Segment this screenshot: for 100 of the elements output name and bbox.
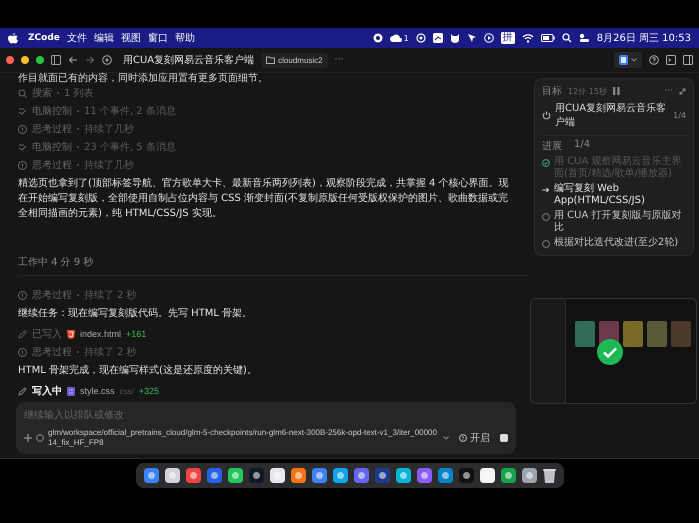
- app-icon[interactable]: [354, 468, 368, 483]
- zoom-button[interactable]: [36, 56, 44, 64]
- app-icon[interactable]: [290, 468, 306, 483]
- terminal-icon[interactable]: [666, 55, 676, 65]
- thinking-icon: [18, 124, 27, 134]
- thinking-icon: [18, 160, 27, 170]
- trash-icon[interactable]: [542, 468, 556, 483]
- separator-dot: [77, 164, 79, 166]
- app-icon[interactable]: [458, 468, 474, 483]
- cursor-icon[interactable]: [466, 33, 477, 43]
- app-icon[interactable]: [332, 468, 348, 483]
- goal-count: 1/4: [673, 110, 686, 120]
- file-action-label: 已写入: [32, 328, 62, 341]
- app-icon[interactable]: [374, 468, 390, 483]
- step-detail: 23 个事件, 5 条消息: [84, 140, 176, 154]
- separator-dot: [77, 146, 79, 148]
- menu-item[interactable]: 视图: [120, 31, 141, 45]
- html-file-icon: [67, 330, 75, 338]
- thinking-mode-toggle[interactable]: 开启: [459, 431, 490, 445]
- task-text: 用 CUA 打开复刻版与原版对比: [554, 210, 682, 234]
- cloud-icon[interactable]: [390, 33, 402, 43]
- menu-item[interactable]: 文件: [66, 31, 87, 45]
- file-link[interactable]: index.html: [80, 329, 122, 339]
- input-method-indicator[interactable]: 拼: [500, 32, 515, 44]
- app-icon[interactable]: [396, 468, 410, 483]
- account-switcher[interactable]: [614, 52, 642, 68]
- elapsed-time: 12分 15秒: [568, 86, 607, 96]
- menu-item[interactable]: 窗口: [148, 31, 168, 45]
- file-link[interactable]: style.css: [80, 386, 115, 396]
- info-icon: [459, 434, 467, 442]
- chevron-down-icon: [631, 58, 637, 62]
- step-detail: 持续了几秒: [84, 158, 134, 172]
- step-detail: 持续了几秒: [84, 122, 134, 136]
- minimize-button[interactable]: [21, 56, 29, 64]
- album-cover: [623, 321, 643, 347]
- forward-arrow-icon[interactable]: [85, 55, 95, 65]
- badge-count: 1: [404, 34, 409, 42]
- circle-icon[interactable]: [36, 434, 44, 442]
- working-status: 工作中 4 分 9 秒: [18, 255, 528, 276]
- more-button[interactable]: ···: [334, 55, 344, 65]
- task-text: 用 CUA 观察网易云音乐主界面(首页/精选/歌单/播放器): [554, 156, 682, 180]
- app-icon[interactable]: [522, 468, 536, 483]
- check-icon: [597, 339, 623, 365]
- task-text: 编写复刻 Web App(HTML/CSS/JS): [554, 183, 646, 207]
- message-text: 继续任务：现在编写复刻版代码。先写 HTML 骨架。: [18, 306, 254, 321]
- menu-bar-clock: 8月26日 周三 10:53: [596, 32, 691, 45]
- pause-icon[interactable]: [612, 87, 620, 95]
- app-icon[interactable]: [438, 468, 452, 483]
- file-path: css/: [120, 386, 134, 396]
- cat-icon[interactable]: [450, 33, 460, 43]
- wifi-icon[interactable]: [522, 34, 534, 42]
- aperture-icon[interactable]: [416, 33, 426, 43]
- message-input-field[interactable]: 继续输入以排队或修改 glm/workspace/official_pretrains_cloud/glm-5-checkpoints/run-glm6-next-300B-256k-opd-text-v1_3/iter_0000014_fix_HF_FP8 开启: [16, 402, 516, 454]
- close-button[interactable]: [6, 56, 14, 64]
- pencil-icon: [18, 330, 27, 338]
- app-icon[interactable]: [500, 468, 516, 483]
- app-icon[interactable]: [206, 468, 222, 483]
- menu-item[interactable]: 编辑: [94, 31, 114, 45]
- apple-logo-icon[interactable]: [8, 32, 18, 44]
- search-icon[interactable]: [562, 33, 572, 43]
- app-menu[interactable]: ZCode: [28, 33, 60, 43]
- power-icon: [542, 110, 551, 120]
- app-icon[interactable]: [164, 468, 180, 483]
- chevron-down-icon[interactable]: [443, 436, 449, 440]
- message-text: 精选页也拿到了(顶部标签导航、官方歌单大卡、最新音乐两列列表)，观察阶段完成，共掌握 4 个核心界面。现在开始编写复刻版，全部使用自制占位内容与 CSS 渐变封面(不复制原版任何受版权保护的图片、歌曲数据或完全相同描画的元素)，纯 HTML/CSS/JS 实现。: [18, 176, 510, 221]
- message-text: 作目就面已有的内容，同时添加应用置有更多页面细节。: [18, 73, 269, 84]
- pencil-icon: [18, 386, 27, 396]
- sidebar-toggle-icon[interactable]: [51, 55, 61, 65]
- folder-tab[interactable]: cloudmusic2: [261, 52, 328, 68]
- menu-item[interactable]: 帮助: [174, 31, 195, 45]
- control-center-icon[interactable]: [578, 33, 590, 43]
- goal-title: 目标: [542, 84, 562, 98]
- app-icon[interactable]: [228, 468, 242, 483]
- new-chat-icon[interactable]: [102, 55, 112, 65]
- more-button[interactable]: ···: [664, 86, 673, 96]
- record-icon[interactable]: [372, 33, 383, 43]
- help-icon[interactable]: [649, 55, 659, 65]
- app-icon[interactable]: [270, 468, 284, 483]
- stop-button[interactable]: [500, 434, 508, 442]
- expand-icon[interactable]: [679, 88, 686, 94]
- battery-icon[interactable]: [540, 34, 555, 42]
- panel-icon[interactable]: [683, 55, 693, 65]
- progress-count: 1/4: [574, 139, 590, 152]
- separator-dot: [77, 128, 79, 130]
- task-text: 根据对比迭代改进(至少2轮): [554, 237, 678, 249]
- app-icon[interactable]: [186, 468, 200, 483]
- play-icon[interactable]: [484, 33, 494, 43]
- app-screenshot-thumbnail[interactable]: [530, 298, 697, 404]
- back-arrow-icon[interactable]: [68, 55, 78, 65]
- thinking-icon: [18, 348, 27, 356]
- app-icon[interactable]: [312, 468, 326, 483]
- css-file-icon: [67, 386, 75, 396]
- goal-text: 用CUA复刻网易云音乐客户端: [555, 102, 668, 129]
- plus-icon[interactable]: [24, 434, 32, 442]
- model-selector[interactable]: glm/workspace/official_pretrains_cloud/glm-5-checkpoints/run-glm6-next-300B-256k-opd-text-v1_3/iter_0000014_fix_HF_FP8: [48, 428, 439, 448]
- app-icon[interactable]: [144, 468, 158, 483]
- app-icon[interactable]: [248, 468, 264, 483]
- app-icon[interactable]: [416, 468, 432, 483]
- file-action-label: 写入中: [32, 384, 62, 398]
- app-icon[interactable]: [480, 468, 494, 483]
